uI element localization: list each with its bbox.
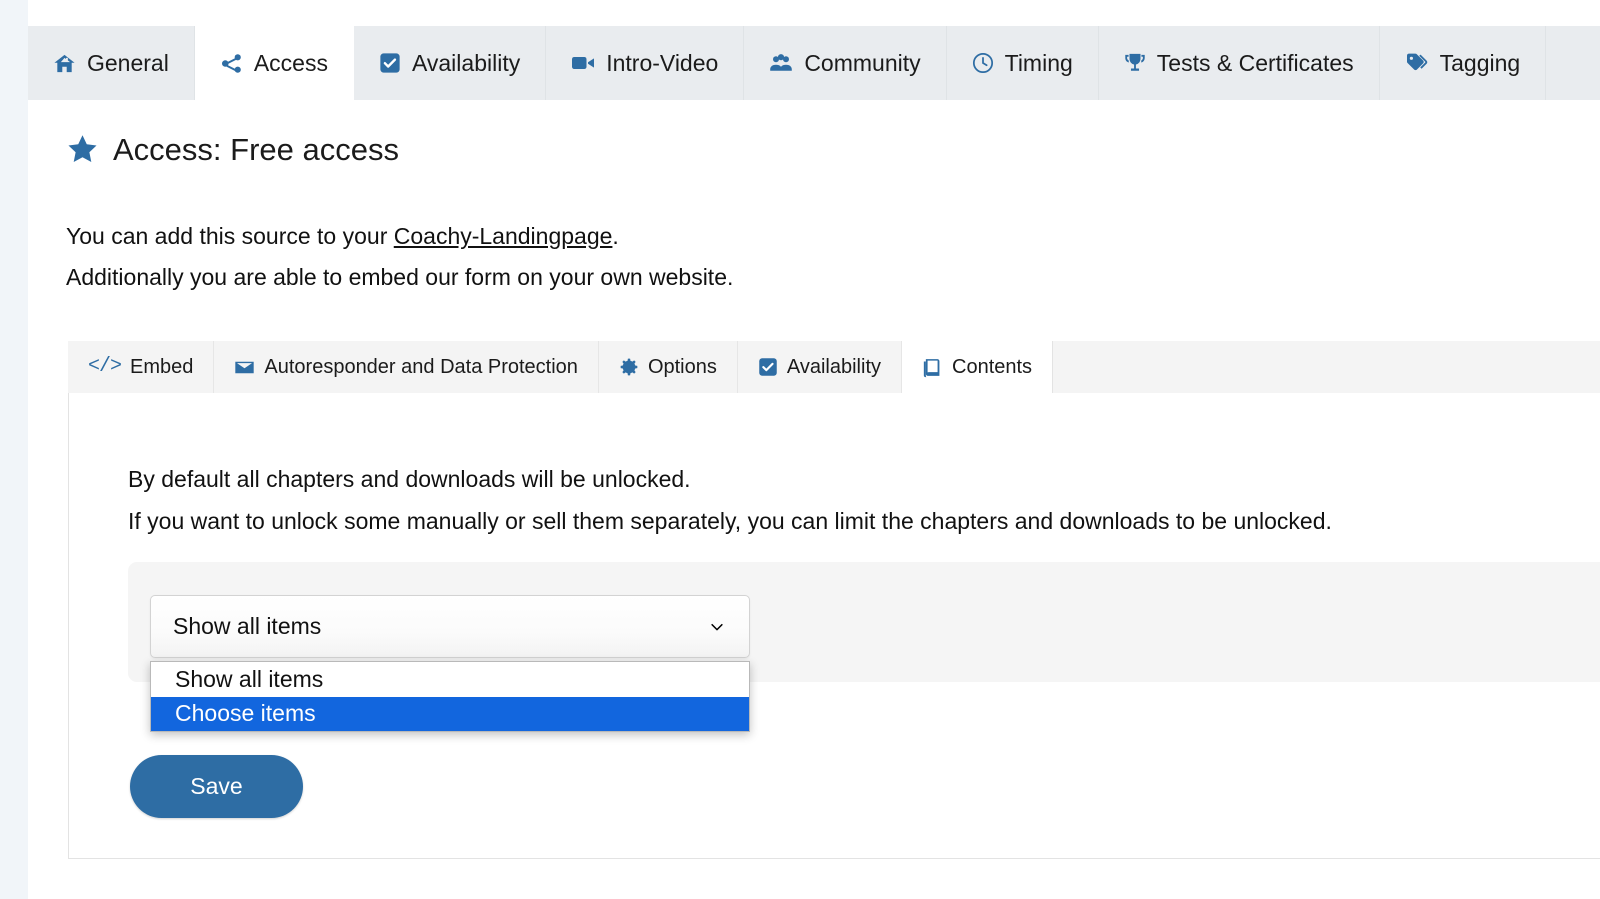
inner-tab-autoresponder[interactable]: Autoresponder and Data Protection xyxy=(214,341,599,393)
contents-line-1: By default all chapters and downloads wi… xyxy=(128,466,691,492)
tab-label: Tests & Certificates xyxy=(1156,49,1354,76)
tab-bar-filler xyxy=(1546,26,1600,100)
trophy-icon xyxy=(1124,52,1146,74)
tab-general[interactable]: General xyxy=(28,26,195,100)
tab-label: Community xyxy=(804,49,921,76)
intro-line-1: You can add this source to your Coachy-L… xyxy=(66,216,733,257)
item-select[interactable]: Show all items xyxy=(150,595,750,658)
intro-text: You can add this source to your Coachy-L… xyxy=(66,216,733,298)
gear-icon xyxy=(619,357,639,377)
inner-tab-bar: </> Embed Autoresponder and Data Protect… xyxy=(68,341,1600,393)
tab-availability[interactable]: Availability xyxy=(353,26,547,100)
coachy-landingpage-link[interactable]: Coachy-Landingpage xyxy=(394,223,613,249)
tab-intro-video[interactable]: Intro-Video xyxy=(546,26,745,100)
inner-tab-embed[interactable]: </> Embed xyxy=(68,341,215,393)
main-tab-bar: General Access Availability Intro-Video xyxy=(28,26,1600,100)
contents-line-2: If you want to unlock some manually or s… xyxy=(128,508,1332,534)
tab-community[interactable]: Community xyxy=(744,26,947,100)
code-icon: </> xyxy=(88,355,122,378)
tab-tagging[interactable]: Tagging xyxy=(1379,26,1547,100)
inner-tab-bar-filler xyxy=(1053,341,1600,393)
envelope-icon xyxy=(234,357,255,378)
inner-tab-contents[interactable]: Contents xyxy=(902,341,1054,393)
inner-tab-options[interactable]: Options xyxy=(598,341,738,393)
intro-line-1-after: . xyxy=(612,223,619,249)
tab-label: Availability xyxy=(411,49,521,76)
tags-icon xyxy=(1405,51,1429,75)
page-title: Access: Free access xyxy=(66,133,399,166)
intro-line-2: Additionally you are able to embed our f… xyxy=(66,264,734,290)
contents-description: By default all chapters and downloads wi… xyxy=(128,458,1332,542)
app-root: General Access Availability Intro-Video xyxy=(0,0,1600,899)
content-card: General Access Availability Intro-Video xyxy=(28,0,1600,899)
tab-label: Timing xyxy=(1004,49,1073,76)
tab-tests-certificates[interactable]: Tests & Certificates xyxy=(1098,26,1380,100)
tab-timing[interactable]: Timing xyxy=(946,26,1099,100)
check-square-icon xyxy=(379,52,401,74)
inner-tab-label: Embed xyxy=(130,356,194,378)
inner-tab-label: Options xyxy=(647,356,717,378)
chevron-down-icon xyxy=(707,617,727,637)
dropdown-option-show-all-items[interactable]: Show all items xyxy=(151,663,749,697)
tab-label: General xyxy=(87,49,169,76)
save-button[interactable]: Save xyxy=(130,755,303,818)
inner-tab-label: Contents xyxy=(952,356,1033,378)
inner-tab-availability[interactable]: Availability xyxy=(737,341,902,393)
tab-label: Access xyxy=(253,49,328,76)
page-title-text: Access: Free access xyxy=(113,132,399,167)
inner-tab-label: Autoresponder and Data Protection xyxy=(264,356,578,378)
book-icon xyxy=(922,357,943,378)
users-icon xyxy=(769,51,793,75)
video-camera-icon xyxy=(571,51,595,75)
home-icon xyxy=(53,52,76,75)
clock-icon xyxy=(972,52,994,74)
item-select-value: Show all items xyxy=(173,613,322,639)
star-icon xyxy=(66,133,99,166)
intro-line-1-before: You can add this source to your xyxy=(66,223,394,249)
share-nodes-icon xyxy=(220,52,243,75)
tab-label: Intro-Video xyxy=(606,49,719,76)
item-select-box[interactable]: Show all items xyxy=(150,595,750,658)
check-square-icon xyxy=(758,357,778,377)
tab-access[interactable]: Access xyxy=(194,26,354,100)
inner-tab-label: Availability xyxy=(786,356,881,378)
tab-label: Tagging xyxy=(1439,49,1521,76)
dropdown-option-choose-items[interactable]: Choose items xyxy=(151,697,749,732)
item-select-dropdown[interactable]: Show all items Choose items xyxy=(150,661,750,733)
